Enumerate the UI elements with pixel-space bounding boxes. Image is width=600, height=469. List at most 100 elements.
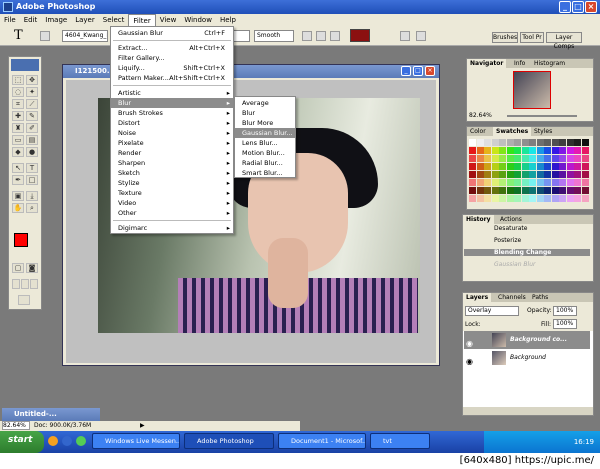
color-swatch[interactable] (506, 187, 514, 194)
color-swatch[interactable] (529, 139, 536, 146)
fill-field[interactable]: 100% (553, 319, 577, 329)
color-swatch[interactable] (469, 179, 476, 186)
align-center-icon[interactable] (316, 31, 326, 41)
quick-mask-icon[interactable]: ◙ (26, 263, 38, 273)
filter-menu-item-blur[interactable]: Blur ▸ (111, 98, 233, 108)
filter-menu-item-extract[interactable]: Extract... Alt+Ctrl+X (111, 43, 233, 53)
color-swatch[interactable] (476, 163, 484, 170)
blur-menu-item-blur-more[interactable]: Blur More (235, 118, 295, 128)
color-swatch[interactable] (491, 147, 499, 154)
layers-footer-toolbar[interactable] (463, 407, 593, 415)
zoom-tool-icon[interactable]: ⌕ (26, 203, 38, 213)
color-swatch[interactable] (499, 179, 506, 186)
menu-image[interactable]: Image (41, 14, 71, 26)
color-swatch[interactable] (566, 139, 574, 146)
color-swatch[interactable] (521, 179, 529, 186)
color-swatch[interactable] (559, 139, 566, 146)
color-swatch[interactable] (566, 147, 574, 154)
navigator-zoom-slider[interactable] (507, 115, 577, 117)
blur-menu-item-gaussian-blur[interactable]: Gaussian Blur... (235, 128, 295, 138)
color-swatch[interactable] (574, 187, 581, 194)
filter-menu-item-sketch[interactable]: Sketch ▸ (111, 168, 233, 178)
color-swatch[interactable] (551, 155, 559, 162)
palette-well-brushes[interactable]: Brushes (492, 32, 518, 43)
color-swatch[interactable] (574, 147, 581, 154)
filter-menu-item-gaussian-blur[interactable]: Gaussian Blur Ctrl+F (111, 28, 233, 38)
blur-menu-item-lens-blur[interactable]: Lens Blur... (235, 138, 295, 148)
color-swatch[interactable] (506, 139, 514, 146)
color-swatch[interactable] (484, 147, 491, 154)
tab-histogram[interactable]: Histogram (531, 59, 568, 68)
menu-view[interactable]: View (156, 14, 181, 26)
palettes-toggle-icon[interactable] (416, 31, 426, 41)
color-swatch[interactable] (536, 163, 544, 170)
color-swatch[interactable] (476, 195, 484, 202)
blur-menu-item-radial-blur[interactable]: Radial Blur... (235, 158, 295, 168)
warp-text-icon[interactable] (400, 31, 410, 41)
color-swatch[interactable] (476, 171, 484, 178)
foreground-color[interactable] (14, 233, 28, 247)
tab-styles[interactable]: Styles (531, 127, 555, 136)
history-item-undone[interactable]: Gaussian Blur (464, 261, 590, 268)
align-left-icon[interactable] (302, 31, 312, 41)
color-swatch[interactable] (551, 195, 559, 202)
color-swatch[interactable] (559, 179, 566, 186)
color-swatch[interactable] (529, 147, 536, 154)
pen-tool-icon[interactable]: ✒ (12, 175, 24, 185)
color-swatch[interactable] (536, 195, 544, 202)
color-swatch[interactable] (469, 147, 476, 154)
color-swatch[interactable] (514, 187, 521, 194)
color-swatch[interactable] (521, 147, 529, 154)
color-swatch[interactable] (521, 171, 529, 178)
color-swatch[interactable] (491, 155, 499, 162)
task-tvt[interactable]: tvt (370, 433, 430, 449)
layer-row-active[interactable]: ◉ Background co... (464, 331, 590, 349)
color-swatch[interactable] (566, 179, 574, 186)
color-swatch[interactable] (514, 155, 521, 162)
color-swatch[interactable] (574, 163, 581, 170)
color-swatch[interactable] (476, 187, 484, 194)
palette-well-tool-presets[interactable]: Tool Pr (520, 32, 544, 43)
color-swatch[interactable] (581, 163, 589, 170)
color-swatch[interactable] (514, 171, 521, 178)
color-swatch[interactable] (491, 171, 499, 178)
color-swatch[interactable] (536, 147, 544, 154)
color-swatch[interactable] (514, 139, 521, 146)
color-swatch[interactable] (551, 147, 559, 154)
color-swatch[interactable] (506, 195, 514, 202)
color-swatch[interactable] (521, 163, 529, 170)
filter-menu-item-filter-gallery[interactable]: Filter Gallery... (111, 53, 233, 63)
color-swatch[interactable] (536, 187, 544, 194)
blur-menu-item-smart-blur[interactable]: Smart Blur... (235, 168, 295, 178)
navigator-zoom[interactable]: 82.64% (469, 112, 492, 119)
color-swatch[interactable] (499, 147, 506, 154)
color-swatch[interactable] (484, 179, 491, 186)
color-swatch[interactable] (581, 139, 589, 146)
color-swatch[interactable] (469, 155, 476, 162)
text-color-swatch[interactable] (350, 29, 370, 42)
color-swatch[interactable] (506, 179, 514, 186)
filter-menu-item-noise[interactable]: Noise ▸ (111, 128, 233, 138)
color-swatch[interactable] (559, 195, 566, 202)
type-tool-glyph[interactable]: T (14, 28, 23, 43)
color-swatch[interactable] (499, 195, 506, 202)
color-swatch[interactable] (499, 163, 506, 170)
dodge-tool-icon[interactable]: ● (26, 147, 38, 157)
menu-edit[interactable]: Edit (20, 14, 42, 26)
color-swatch[interactable] (529, 171, 536, 178)
color-swatch[interactable] (581, 171, 589, 178)
color-swatch[interactable] (566, 171, 574, 178)
color-swatch[interactable] (536, 139, 544, 146)
clock[interactable]: 16:19 (574, 438, 594, 446)
color-swatch[interactable] (544, 163, 551, 170)
messenger-icon[interactable] (76, 436, 86, 446)
color-swatch[interactable] (484, 163, 491, 170)
marquee-tool-icon[interactable]: ⬚ (12, 75, 24, 85)
doc-close-button[interactable]: × (425, 66, 435, 76)
color-swatch[interactable] (544, 179, 551, 186)
color-swatch[interactable] (574, 139, 581, 146)
healing-brush-icon[interactable]: ✚ (12, 111, 24, 121)
ie-icon[interactable] (62, 436, 72, 446)
color-swatch[interactable] (551, 187, 559, 194)
start-button[interactable]: start (0, 431, 44, 453)
